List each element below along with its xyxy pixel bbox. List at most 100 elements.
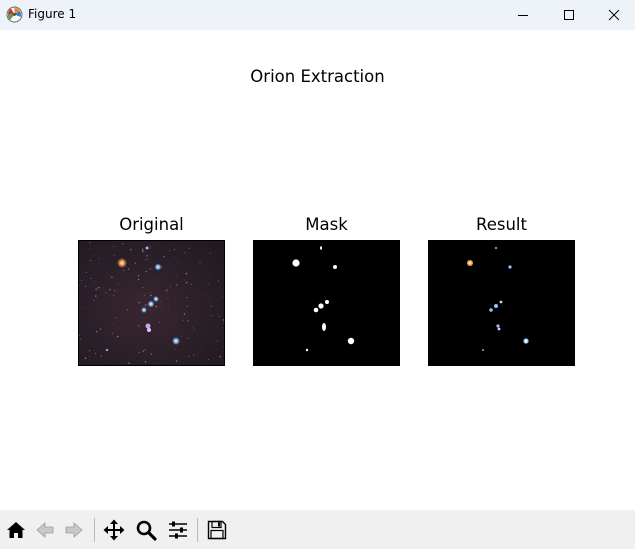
minimize-button[interactable] — [500, 0, 546, 30]
figure-suptitle: Orion Extraction — [250, 67, 385, 86]
background-star — [174, 249, 176, 251]
background-star — [174, 301, 176, 303]
background-star — [210, 315, 212, 316]
background-star — [177, 328, 179, 330]
background-star — [113, 254, 115, 256]
background-star — [88, 350, 91, 352]
background-star — [186, 296, 188, 299]
pan-button[interactable] — [100, 516, 128, 544]
background-star — [188, 247, 190, 249]
forward-arrow-icon — [65, 522, 83, 538]
background-star — [114, 290, 116, 292]
background-star — [185, 272, 188, 275]
background-star — [90, 284, 92, 285]
background-star — [209, 273, 210, 274]
background-star — [160, 301, 161, 302]
background-star — [193, 354, 195, 356]
background-star — [137, 275, 140, 277]
background-star — [191, 283, 193, 285]
background-star — [176, 275, 178, 276]
background-star — [187, 320, 189, 322]
background-star — [98, 286, 100, 289]
background-star — [144, 349, 146, 351]
background-star — [217, 314, 218, 316]
background-star — [93, 299, 95, 301]
forward-button[interactable] — [60, 516, 88, 544]
background-star — [222, 319, 225, 321]
background-star — [217, 280, 219, 282]
close-button[interactable] — [591, 0, 635, 30]
pan-icon — [103, 519, 125, 541]
background-star — [95, 331, 98, 333]
background-star — [89, 248, 91, 249]
background-star — [146, 255, 148, 257]
background-star — [90, 278, 92, 279]
back-arrow-icon — [36, 522, 54, 538]
background-star — [143, 251, 145, 252]
background-star — [126, 243, 127, 244]
background-star — [123, 317, 124, 318]
background-star — [94, 280, 95, 282]
background-star — [169, 250, 171, 252]
background-star — [115, 317, 117, 318]
background-star — [108, 288, 111, 291]
background-star — [128, 268, 130, 270]
background-star — [141, 248, 144, 251]
background-star — [165, 289, 168, 292]
background-star — [199, 345, 201, 347]
close-icon — [608, 9, 620, 21]
window-titlebar: Figure 1 — [0, 0, 635, 30]
background-star — [113, 295, 115, 297]
home-button[interactable] — [2, 516, 30, 544]
background-star — [142, 250, 144, 253]
background-star — [210, 306, 212, 307]
background-star — [199, 261, 201, 262]
maximize-button[interactable] — [546, 0, 592, 30]
background-star — [85, 285, 87, 288]
background-star — [84, 357, 87, 360]
toolbar-separator — [94, 518, 95, 542]
background-star — [209, 252, 211, 254]
panel-title-result: Result — [476, 215, 527, 234]
background-star — [149, 268, 151, 270]
save-button[interactable] — [203, 516, 231, 544]
matplotlib-app-icon — [6, 6, 23, 23]
background-star — [126, 309, 128, 311]
background-star — [113, 245, 115, 247]
background-star — [159, 321, 161, 323]
background-star — [184, 280, 185, 281]
configure-subplots-icon — [169, 521, 187, 539]
background-star — [89, 260, 92, 262]
background-star — [192, 326, 194, 328]
background-star — [95, 352, 97, 354]
figure-canvas[interactable]: Orion Extraction Original Mask Result — [0, 30, 635, 510]
background-star — [142, 286, 144, 289]
background-star — [111, 332, 113, 334]
background-star — [149, 310, 151, 312]
background-star — [218, 316, 220, 318]
background-star — [155, 305, 158, 308]
background-star — [207, 358, 209, 360]
background-star — [100, 355, 102, 357]
configure-subplots-button[interactable] — [164, 516, 192, 544]
zoom-button[interactable] — [132, 516, 160, 544]
original-image — [78, 240, 225, 366]
window-title: Figure 1 — [28, 7, 77, 21]
background-star — [180, 336, 182, 337]
background-star — [183, 320, 184, 321]
background-star — [199, 262, 201, 263]
background-star — [112, 324, 113, 326]
background-star — [223, 322, 224, 324]
background-star — [183, 313, 186, 315]
background-star — [145, 348, 147, 350]
background-star — [150, 295, 152, 297]
background-star — [216, 340, 218, 342]
background-star — [143, 295, 145, 296]
back-button[interactable] — [31, 516, 59, 544]
panel-title-original: Original — [119, 215, 184, 234]
background-star — [122, 243, 124, 245]
background-star — [89, 242, 91, 244]
minimize-icon — [518, 15, 528, 16]
background-star — [138, 352, 140, 354]
background-star — [144, 304, 147, 306]
